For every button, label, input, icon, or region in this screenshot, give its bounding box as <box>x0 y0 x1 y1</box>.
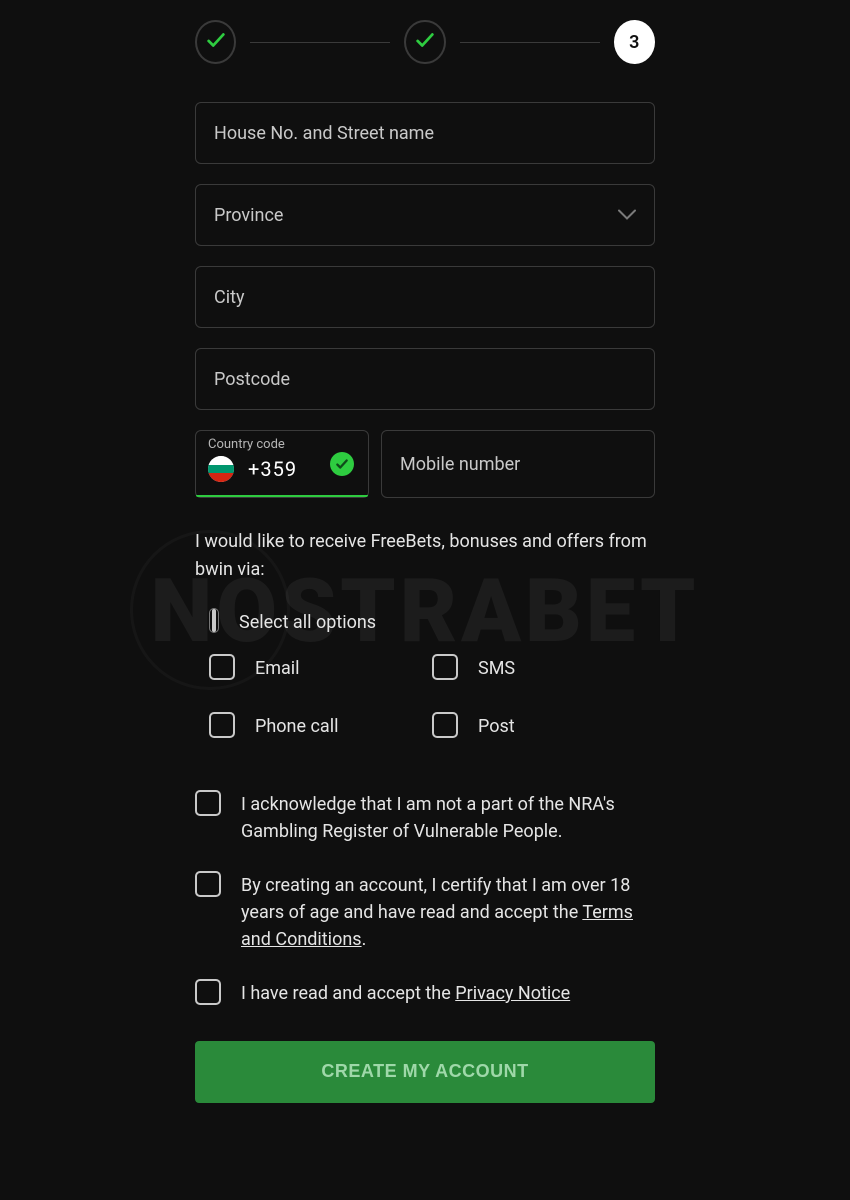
privacy-consent-label: I have read and accept the Privacy Notic… <box>241 979 570 1007</box>
step-2-done <box>404 20 445 64</box>
registration-form: 3 Country code +359 <box>195 0 655 1103</box>
checkbox-icon <box>209 712 235 738</box>
post-option[interactable]: Post <box>432 712 655 740</box>
checkbox-icon <box>195 790 221 816</box>
post-label: Post <box>478 712 515 740</box>
street-input[interactable] <box>195 102 655 164</box>
checkbox-icon <box>432 712 458 738</box>
terms-consent[interactable]: By creating an account, I certify that I… <box>195 871 655 953</box>
checkbox-icon <box>432 654 458 680</box>
flag-icon <box>208 456 234 482</box>
select-all-label: Select all options <box>239 608 376 636</box>
create-account-button[interactable]: CREATE MY ACCOUNT <box>195 1041 655 1103</box>
country-code-label: Country code <box>208 437 356 452</box>
city-input[interactable] <box>195 266 655 328</box>
privacy-consent[interactable]: I have read and accept the Privacy Notic… <box>195 979 655 1007</box>
step-3-active: 3 <box>614 20 655 64</box>
step-1-done <box>195 20 236 64</box>
mobile-number-input[interactable] <box>381 430 655 498</box>
country-code-value: +359 <box>248 457 297 481</box>
checkbox-icon <box>212 609 216 632</box>
nra-consent-label: I acknowledge that I am not a part of th… <box>241 790 655 845</box>
province-select[interactable] <box>195 184 655 246</box>
checkbox-icon <box>195 871 221 897</box>
nra-consent[interactable]: I acknowledge that I am not a part of th… <box>195 790 655 845</box>
checkbox-icon <box>209 654 235 680</box>
check-icon <box>414 29 436 55</box>
step-3-label: 3 <box>629 32 639 53</box>
email-label: Email <box>255 654 300 682</box>
select-all-row[interactable]: Select all options <box>209 608 655 636</box>
country-code-select[interactable]: Country code +359 <box>195 430 369 498</box>
terms-consent-label: By creating an account, I certify that I… <box>241 871 655 953</box>
progress-stepper: 3 <box>195 20 655 64</box>
sms-label: SMS <box>478 654 515 682</box>
postcode-input[interactable] <box>195 348 655 410</box>
check-icon <box>205 29 227 55</box>
privacy-link[interactable]: Privacy Notice <box>455 983 570 1004</box>
sms-option[interactable]: SMS <box>432 654 655 682</box>
valid-check-icon <box>330 452 354 476</box>
marketing-intro: I would like to receive FreeBets, bonuse… <box>195 528 655 584</box>
step-connector <box>250 42 390 43</box>
step-connector <box>460 42 600 43</box>
email-option[interactable]: Email <box>209 654 432 682</box>
phone-option[interactable]: Phone call <box>209 712 432 740</box>
checkbox-icon <box>195 979 221 1005</box>
phone-label: Phone call <box>255 712 338 740</box>
